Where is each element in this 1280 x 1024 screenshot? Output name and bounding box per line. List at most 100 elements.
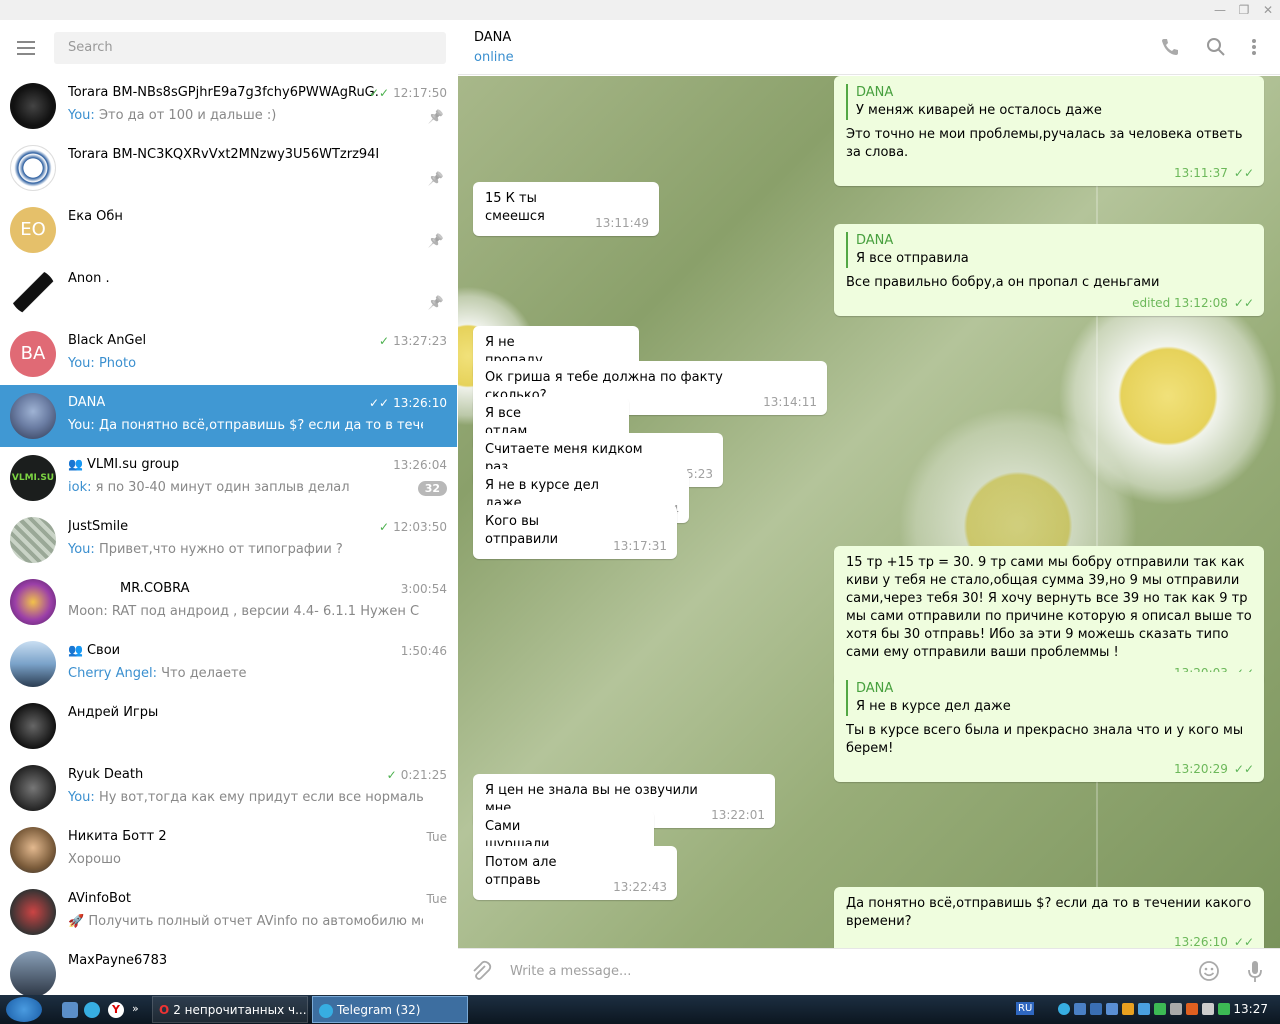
tray-app-icon[interactable]	[1122, 1003, 1134, 1015]
avatar	[10, 703, 56, 749]
message-time-text: 13:22:43	[613, 880, 667, 894]
dialog-preview: 🚀 Получить полный отчет AVinfo по автомо…	[68, 914, 423, 929]
outgoing-message[interactable]: Да понятно всё,отправишь $? если да то в…	[834, 887, 1264, 948]
dialog-time-text: 0:21:25	[400, 768, 447, 782]
dialog-preview-sender: You:	[68, 356, 95, 371]
language-indicator[interactable]: RU	[1016, 1002, 1035, 1015]
quicklaunch-expand-icon[interactable]: »	[132, 1002, 148, 1018]
tray-app-icon[interactable]	[1138, 1003, 1150, 1015]
dialog-item[interactable]: Torara BM-NBs8sGPjhrE9a7g3fchy6PWWAgRuG.…	[0, 75, 457, 137]
dialog-item[interactable]: Андрей Игры	[0, 695, 457, 757]
taskbar-browser-button[interactable]: O2 непрочитанных ч...	[152, 996, 308, 1023]
reply-text: Я не в курсе дел даже	[856, 699, 1011, 714]
tray-telegram-icon[interactable]	[1058, 1003, 1070, 1015]
attach-icon[interactable]	[470, 960, 492, 987]
reply-quote[interactable]: DANA Я все отправила	[846, 232, 1252, 268]
dialog-preview-sender: You:	[68, 418, 95, 433]
tray-app-icon[interactable]	[1186, 1003, 1198, 1015]
dialog-item[interactable]: JustSmile ✓ 12:03:50 You: Привет,что нужно …	[0, 509, 457, 571]
reply-quote[interactable]: DANA Я не в курсе дел даже	[846, 680, 1252, 716]
chat-title[interactable]: DANA	[474, 30, 511, 45]
dialog-preview: Хорошо	[68, 852, 121, 867]
hamburger-menu-icon[interactable]	[17, 41, 37, 55]
yandex-browser-icon[interactable]: Y	[108, 1002, 124, 1018]
dialog-preview: Cherry Angel: Что делаете	[68, 666, 247, 681]
search-icon[interactable]	[1206, 37, 1226, 62]
dialog-name-text: Black AnGel	[68, 333, 147, 348]
reply-text: Я все отправила	[856, 251, 969, 266]
tray-app-icon[interactable]	[1170, 1003, 1182, 1015]
dialog-item[interactable]: Ryuk Death ✓ 0:21:25 You: Ну вот,тогда как …	[0, 757, 457, 819]
tray-app-icon[interactable]	[1218, 1003, 1230, 1015]
more-options-icon[interactable]	[1250, 37, 1258, 62]
message-time: 13:14:11	[763, 393, 817, 411]
tray-app-icon[interactable]	[1154, 1003, 1166, 1015]
dialog-time: ✓✓ 12:17:50	[369, 86, 447, 100]
tray-app-icon[interactable]	[1090, 1003, 1102, 1015]
dialog-item[interactable]: MaxPayne6783	[0, 943, 457, 995]
tray-network-icon[interactable]	[1074, 1003, 1086, 1015]
clock[interactable]: 13:27	[1233, 1002, 1268, 1016]
phone-icon[interactable]	[1160, 37, 1180, 62]
outgoing-message[interactable]: 15 тр +15 тр = 30. 9 тр сами мы бобру от…	[834, 546, 1264, 686]
message-text: Да понятно всё,отправишь $? если да то в…	[846, 896, 1252, 929]
dialog-item[interactable]: Anon . 📌	[0, 261, 457, 323]
sidebar: Search Torara BM-NBs8sGPjhrE9a7g3fchy6PW…	[0, 20, 457, 995]
message-history[interactable]: DANA У меняж киварей не осталось даже Это …	[458, 76, 1280, 948]
message-time: 13:11:37 ✓✓	[1174, 164, 1254, 182]
message-time-text: edited 13:12:08	[1132, 296, 1228, 310]
avatar	[10, 889, 56, 935]
outgoing-message[interactable]: DANA У меняж киварей не осталось даже Это …	[834, 76, 1264, 186]
pin-icon: 📌	[427, 296, 444, 311]
telegram-quicklaunch-icon[interactable]	[84, 1002, 100, 1018]
dialog-item[interactable]: DANA ✓✓ 13:26:10 You: Да понятно всё,отправ…	[0, 385, 457, 447]
dialog-item[interactable]: Torara BM-NC3KQXRvVxt2MNzwy3U56WTzrz94MA…	[0, 137, 457, 199]
incoming-message[interactable]: 15 К ты смеешся 13:11:49	[473, 182, 659, 236]
dialog-name-text: Torara BM-NBs8sGPjhrE9a7g3fchy6PWWAgRuG.…	[68, 85, 378, 100]
volume-icon[interactable]	[1202, 1003, 1214, 1015]
close-icon[interactable]: ✕	[1260, 2, 1276, 18]
dialog-item[interactable]: VLMI.SU 👥 VLMI.su group 13:26:04 iok: я по 3…	[0, 447, 457, 509]
incoming-message[interactable]: Кого вы отправили 13:17:31	[473, 505, 677, 559]
emoji-icon[interactable]	[1198, 960, 1220, 987]
dialog-preview: iok: я по 30-40 минут один заплыв делал	[68, 480, 350, 495]
dialog-time: ✓ 13:27:23	[379, 334, 447, 348]
outgoing-message[interactable]: DANA Я не в курсе дел даже Ты в курсе всег…	[834, 672, 1264, 782]
dialog-preview: You: Да понятно всё,отправишь $? если да…	[68, 418, 423, 433]
dialog-time-text: 13:26:10	[393, 396, 447, 410]
dialog-item[interactable]: EO Ека Обн 📌	[0, 199, 457, 261]
chat-header: DANA online	[458, 20, 1280, 75]
dialog-time-text: Tue	[426, 892, 448, 906]
search-input[interactable]: Search	[54, 32, 446, 64]
taskbar-telegram-button[interactable]: Telegram (32)	[312, 996, 468, 1023]
telegram-icon	[319, 1003, 333, 1018]
start-button[interactable]	[6, 997, 42, 1022]
double-check-icon: ✓✓	[1233, 296, 1254, 310]
check-icon: ✓	[386, 768, 397, 782]
dialog-name: Андрей Игры	[68, 705, 158, 720]
message-time: 13:22:43	[613, 878, 667, 896]
restore-icon[interactable]: ❐	[1236, 2, 1252, 18]
dialog-name: Ека Обн	[68, 209, 123, 224]
tray-app-icon[interactable]	[1106, 1003, 1118, 1015]
double-check-icon: ✓✓	[1233, 762, 1254, 776]
show-desktop-icon[interactable]	[62, 1002, 78, 1018]
outgoing-message[interactable]: DANA Я все отправила Все правильно бобру,а…	[834, 224, 1264, 316]
dialog-time: ✓ 12:03:50	[379, 520, 447, 534]
dialog-item[interactable]: AVinfoBot Tue 🚀 Получить полный отчет AVin…	[0, 881, 457, 943]
dialog-preview: You: Photo	[68, 356, 136, 371]
dialog-item[interactable]: Никита Ботт 2 Tue Хорошо	[0, 819, 457, 881]
microphone-icon[interactable]	[1246, 960, 1264, 989]
minimize-icon[interactable]: —	[1212, 2, 1228, 18]
dialog-name-text: DANA	[68, 395, 106, 410]
message-input[interactable]: Write a message...	[510, 964, 631, 979]
dialog-item[interactable]: BA Black AnGel ✓ 13:27:23 You: Photo	[0, 323, 457, 385]
message-time: 13:17:31	[613, 537, 667, 555]
double-check-icon: ✓✓	[1233, 935, 1254, 948]
reply-quote[interactable]: DANA У меняж киварей не осталось даже	[846, 84, 1252, 120]
incoming-message[interactable]: Потом але отправь 13:22:43	[473, 846, 677, 900]
dialog-item[interactable]: 👥 Свои 1:50:46 Cherry Angel: Что делаете	[0, 633, 457, 695]
dialog-item[interactable]: MR.COBRA 3:00:54 Moon: RAT под андроид , в…	[0, 571, 457, 633]
group-icon: 👥	[68, 457, 83, 471]
composer: Write a message...	[458, 948, 1280, 995]
